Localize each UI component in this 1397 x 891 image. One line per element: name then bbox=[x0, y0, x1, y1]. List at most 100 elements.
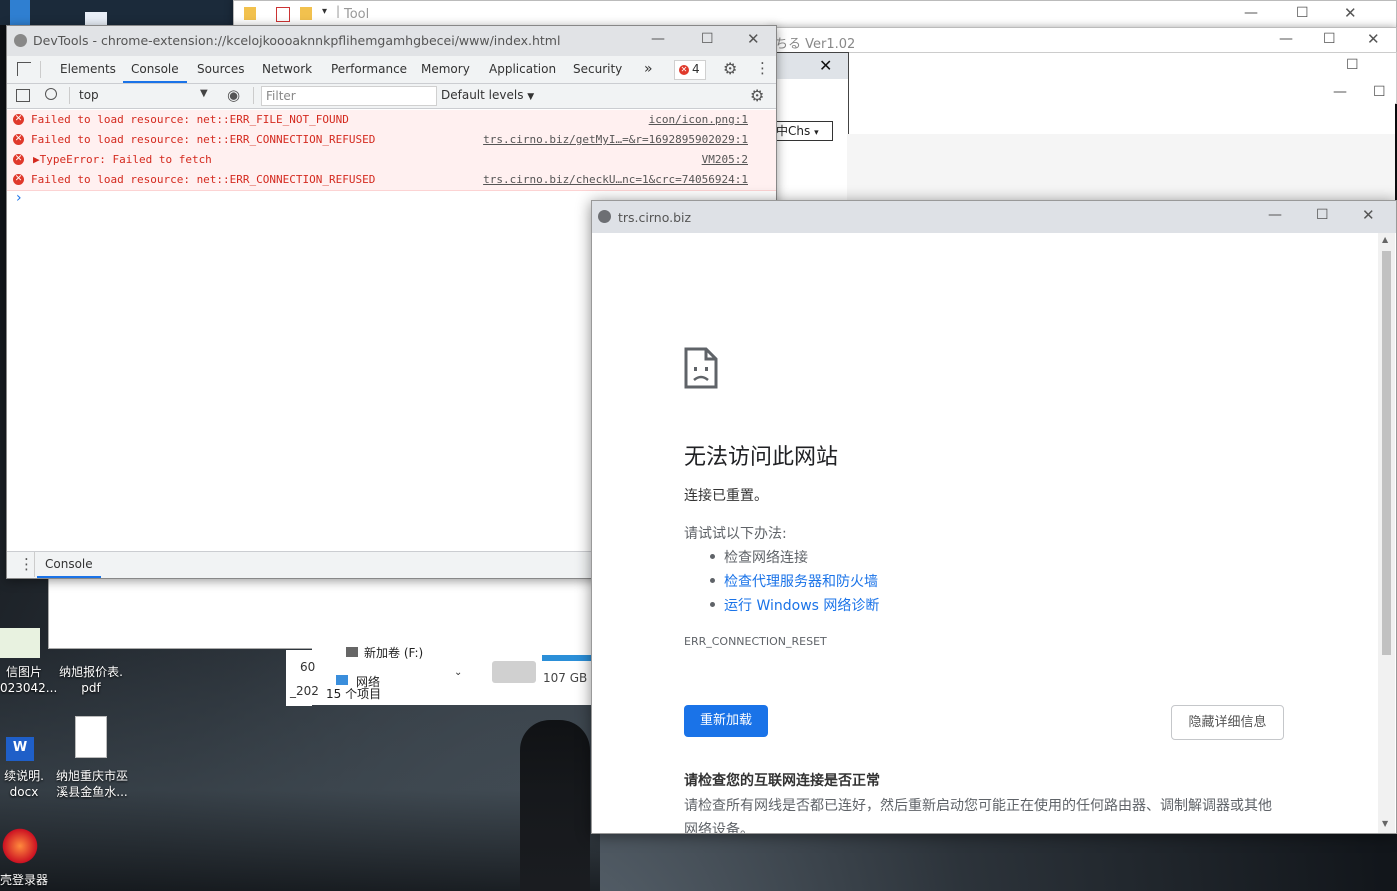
tab-sources[interactable]: Sources bbox=[197, 56, 244, 83]
desktop-icon-label[interactable]: 纳旭报价表. pdf bbox=[52, 664, 130, 696]
maximize-icon[interactable]: ☐ bbox=[1316, 207, 1329, 223]
maximize-icon[interactable]: ☐ bbox=[1346, 57, 1359, 73]
error-subheading: 连接已重置。 bbox=[684, 488, 768, 504]
suggestion-text: 检查网络连接 bbox=[724, 550, 808, 566]
console-settings-icon[interactable]: ⚙ bbox=[750, 86, 764, 105]
close-icon[interactable]: ✕ bbox=[1367, 30, 1380, 48]
desktop-top-strip bbox=[0, 0, 240, 25]
scrollbar-thumb[interactable] bbox=[1382, 251, 1391, 655]
tab-network[interactable]: Network bbox=[262, 56, 312, 83]
language-select-value: 中Chs bbox=[776, 124, 811, 138]
sidebar-toggle-icon[interactable] bbox=[16, 89, 30, 102]
tab-security[interactable]: Security bbox=[573, 56, 622, 83]
error-icon: ✕ bbox=[13, 154, 24, 165]
folder-icon bbox=[244, 7, 256, 20]
page-url: trs.cirno.biz bbox=[618, 210, 692, 225]
desktop-icon-label[interactable]: 信图片 023042... bbox=[0, 664, 57, 696]
app-icon bbox=[10, 0, 30, 25]
version-window-title: ちる Ver1.02 bbox=[775, 37, 856, 52]
more-tabs-icon[interactable]: » bbox=[644, 56, 653, 83]
desktop-icon-label[interactable]: 壳登录器 bbox=[0, 872, 48, 888]
error-code: ERR_CONNECTION_RESET bbox=[684, 635, 827, 648]
drawer-tab-console[interactable]: Console bbox=[37, 552, 101, 578]
chrome-icon bbox=[14, 34, 27, 47]
tab-application[interactable]: Application bbox=[489, 56, 556, 83]
maximize-icon[interactable]: ☐ bbox=[1323, 31, 1336, 47]
minimize-icon[interactable]: — bbox=[1333, 84, 1347, 100]
suggestion-link[interactable]: 检查代理服务器和防火墙 bbox=[724, 574, 878, 590]
hide-details-button[interactable]: 隐藏详细信息 bbox=[1171, 705, 1284, 740]
divider bbox=[253, 87, 254, 104]
close-icon[interactable]: ✕ bbox=[1344, 4, 1357, 22]
image-file-icon[interactable] bbox=[0, 628, 40, 658]
more-options-icon[interactable]: ⋮ bbox=[755, 59, 770, 77]
suggestion-link[interactable]: 运行 Windows 网络诊断 bbox=[724, 598, 879, 614]
suggestion-item[interactable]: 检查代理服务器和防火墙 bbox=[710, 571, 878, 591]
message-source-link[interactable]: VM205:2 bbox=[702, 150, 748, 170]
scroll-up-icon[interactable]: ▲ bbox=[1382, 235, 1388, 244]
devtools-tabbar: Elements Console Sources Network Perform… bbox=[7, 56, 776, 84]
maximize-icon[interactable]: ☐ bbox=[701, 31, 714, 47]
error-counter[interactable]: ✕ 4 bbox=[674, 60, 706, 80]
close-icon[interactable]: ✕ bbox=[819, 56, 832, 75]
vertical-scrollbar[interactable]: ▲ ▼ bbox=[1378, 233, 1395, 833]
close-icon[interactable]: ✕ bbox=[1362, 206, 1375, 224]
eye-icon[interactable]: ◉ bbox=[227, 86, 240, 104]
chevron-down-icon[interactable]: ▼ bbox=[200, 88, 208, 99]
globe-icon bbox=[598, 210, 611, 223]
new-folder-icon[interactable] bbox=[300, 7, 312, 20]
document-file-icon[interactable] bbox=[75, 716, 107, 758]
tab-elements[interactable]: Elements bbox=[60, 56, 116, 83]
minimize-icon[interactable]: — bbox=[1244, 5, 1258, 21]
error-icon: ✕ bbox=[13, 134, 24, 145]
desktop-icon-label[interactable]: 纳旭重庆市巫 溪县金鱼水... bbox=[50, 768, 134, 800]
version-window-titlebar: ちる Ver1.02 — ☐ ✕ bbox=[770, 27, 1397, 54]
file-fragment: _202 bbox=[290, 684, 319, 698]
app-shortcut-icon[interactable] bbox=[0, 826, 40, 866]
tab-memory[interactable]: Memory bbox=[421, 56, 470, 83]
error-page-body: 无法访问此网站 连接已重置。 请试试以下办法: 检查网络连接 检查代理服务器和防… bbox=[592, 233, 1378, 833]
word-file-icon[interactable]: W bbox=[6, 737, 34, 761]
message-text[interactable]: ▶TypeError: Failed to fetch bbox=[33, 150, 212, 170]
suggestion-item[interactable]: 运行 Windows 网络诊断 bbox=[710, 595, 879, 615]
clear-console-icon[interactable] bbox=[45, 88, 57, 100]
message-source-link[interactable]: trs.cirno.biz/getMyI…=&r=1692895902029:1 bbox=[483, 130, 748, 150]
minimize-icon[interactable]: — bbox=[1268, 207, 1282, 223]
sad-document-icon bbox=[684, 347, 718, 389]
message-source-link[interactable]: trs.cirno.biz/checkU…nc=1&crc=74056924:1 bbox=[483, 170, 748, 190]
disk-free: 107 GB bbox=[543, 671, 588, 685]
context-select[interactable]: top bbox=[79, 88, 99, 102]
error-icon: ✕ bbox=[679, 65, 689, 75]
close-icon[interactable]: ✕ bbox=[747, 30, 760, 48]
error-icon: ✕ bbox=[13, 174, 24, 185]
bg-window-bottom bbox=[48, 577, 593, 649]
separator: | bbox=[336, 4, 341, 18]
quick-access-dropdown-icon[interactable]: ▾ bbox=[322, 6, 327, 17]
divider bbox=[69, 87, 70, 104]
minimize-icon[interactable]: — bbox=[1279, 31, 1293, 47]
minimize-icon[interactable]: — bbox=[651, 31, 665, 47]
console-prompt[interactable]: › bbox=[16, 190, 22, 206]
tab-console[interactable]: Console bbox=[123, 56, 187, 83]
chevron-down-icon[interactable]: ⌄ bbox=[454, 667, 462, 678]
language-select[interactable]: 中Chs ▾ bbox=[775, 121, 833, 141]
try-label: 请试试以下办法: bbox=[684, 526, 787, 542]
maximize-icon[interactable]: ☐ bbox=[1373, 84, 1386, 100]
desktop-icon-label[interactable]: 续说明. docx bbox=[0, 768, 48, 800]
inspect-element-icon[interactable] bbox=[17, 62, 31, 76]
filter-input[interactable]: Filter bbox=[261, 86, 437, 106]
third-window-body-lower bbox=[847, 134, 1395, 200]
console-message[interactable]: ✕ ▶TypeError: Failed to fetch VM205:2 bbox=[7, 150, 776, 171]
console-message: ✕ Failed to load resource: net::ERR_CONN… bbox=[7, 170, 776, 191]
drawer-menu-icon[interactable]: ⋮ bbox=[19, 555, 34, 573]
log-levels-select[interactable]: Default levels ▼ bbox=[441, 88, 534, 102]
reload-button[interactable]: 重新加载 bbox=[684, 705, 768, 737]
settings-gear-icon[interactable]: ⚙ bbox=[723, 59, 737, 78]
scroll-down-icon[interactable]: ▼ bbox=[1382, 819, 1388, 828]
message-source-link[interactable]: icon/icon.png:1 bbox=[649, 110, 748, 130]
divider bbox=[34, 552, 35, 577]
tab-performance[interactable]: Performance bbox=[331, 56, 407, 83]
maximize-icon[interactable]: ☐ bbox=[1296, 5, 1309, 21]
properties-icon[interactable] bbox=[276, 7, 290, 22]
drive-label[interactable]: 新加卷 (F:) bbox=[364, 644, 423, 661]
